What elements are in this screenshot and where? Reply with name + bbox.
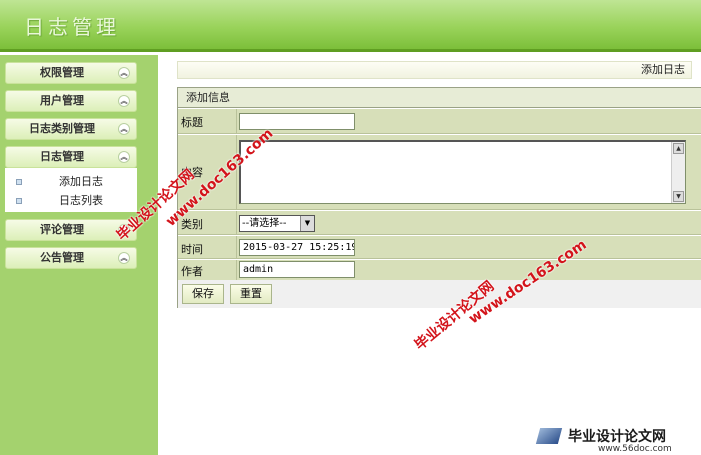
- bullet-icon: [16, 179, 22, 185]
- submenu-item-label: 日志列表: [59, 194, 103, 207]
- watermark-logo: 毕业设计论文网 www.56doc.com: [535, 424, 698, 454]
- menu-users-label: 用户管理: [40, 94, 84, 107]
- chevron-up-icon[interactable]: ︽: [118, 123, 130, 135]
- logo-url: www.56doc.com: [598, 444, 672, 454]
- menu-users[interactable]: 用户管理 ︽: [5, 90, 137, 112]
- menu-log-label: 日志管理: [40, 150, 84, 163]
- scroll-down-icon[interactable]: ▼: [673, 191, 684, 202]
- app-header: 日志管理: [0, 0, 701, 52]
- menu-log-category-label: 日志类别管理: [29, 122, 95, 135]
- title-row: 标题: [178, 109, 701, 134]
- category-row: 类别 --请选择-- ▼: [178, 211, 701, 235]
- breadcrumb: 添加日志: [177, 61, 692, 79]
- scroll-up-icon[interactable]: ▲: [673, 143, 684, 154]
- chevron-up-icon[interactable]: ︽: [118, 67, 130, 79]
- chevron-up-icon[interactable]: ︽: [118, 95, 130, 107]
- submenu-item-add-log[interactable]: 添加日志: [5, 173, 137, 191]
- app-title: 日志管理: [24, 15, 120, 39]
- logo-title: 毕业设计论文网: [568, 429, 666, 445]
- save-button[interactable]: 保存: [182, 284, 224, 304]
- reset-button[interactable]: 重置: [230, 284, 272, 304]
- time-row: 时间: [178, 236, 701, 259]
- menu-notices[interactable]: 公告管理 ︽: [5, 247, 137, 269]
- author-input[interactable]: [239, 261, 355, 278]
- submenu-item-log-list[interactable]: 日志列表: [5, 192, 137, 210]
- time-label: 时间: [181, 243, 203, 256]
- row-divider: [236, 260, 237, 280]
- submenu-log: 添加日志 日志列表: [5, 168, 137, 212]
- row-divider: [236, 236, 237, 258]
- time-input[interactable]: [239, 239, 355, 256]
- textarea-scrollbar[interactable]: ▲ ▼: [671, 142, 685, 203]
- row-divider: [236, 109, 237, 133]
- menu-comments-label: 评论管理: [40, 223, 84, 236]
- submenu-item-label: 添加日志: [59, 175, 103, 188]
- author-row: 作者: [178, 260, 701, 280]
- title-input[interactable]: [239, 113, 355, 130]
- author-label: 作者: [181, 265, 203, 278]
- chevron-up-icon[interactable]: ︽: [118, 151, 130, 163]
- add-log-form: 添加信息 标题 内容 ▲ ▼ 类别 --请选择-- ▼ 时间 作者 保: [177, 87, 701, 308]
- menu-notices-label: 公告管理: [40, 251, 84, 264]
- button-bar: 保存 重置: [178, 280, 701, 308]
- row-divider: [236, 211, 237, 234]
- content-textarea[interactable]: ▲ ▼: [239, 140, 686, 204]
- dropdown-arrow-icon[interactable]: ▼: [300, 216, 314, 231]
- category-select[interactable]: --请选择-- ▼: [239, 215, 315, 232]
- menu-log[interactable]: 日志管理 ︽: [5, 146, 137, 168]
- logo-icon: [535, 428, 563, 444]
- menu-log-category[interactable]: 日志类别管理 ︽: [5, 118, 137, 140]
- category-selected-value: --请选择--: [242, 218, 287, 229]
- chevron-up-icon[interactable]: ︽: [118, 252, 130, 264]
- bullet-icon: [16, 198, 22, 204]
- form-header: 添加信息: [178, 88, 701, 108]
- menu-permission[interactable]: 权限管理 ︽: [5, 62, 137, 84]
- menu-permission-label: 权限管理: [40, 66, 84, 79]
- title-label: 标题: [181, 116, 203, 129]
